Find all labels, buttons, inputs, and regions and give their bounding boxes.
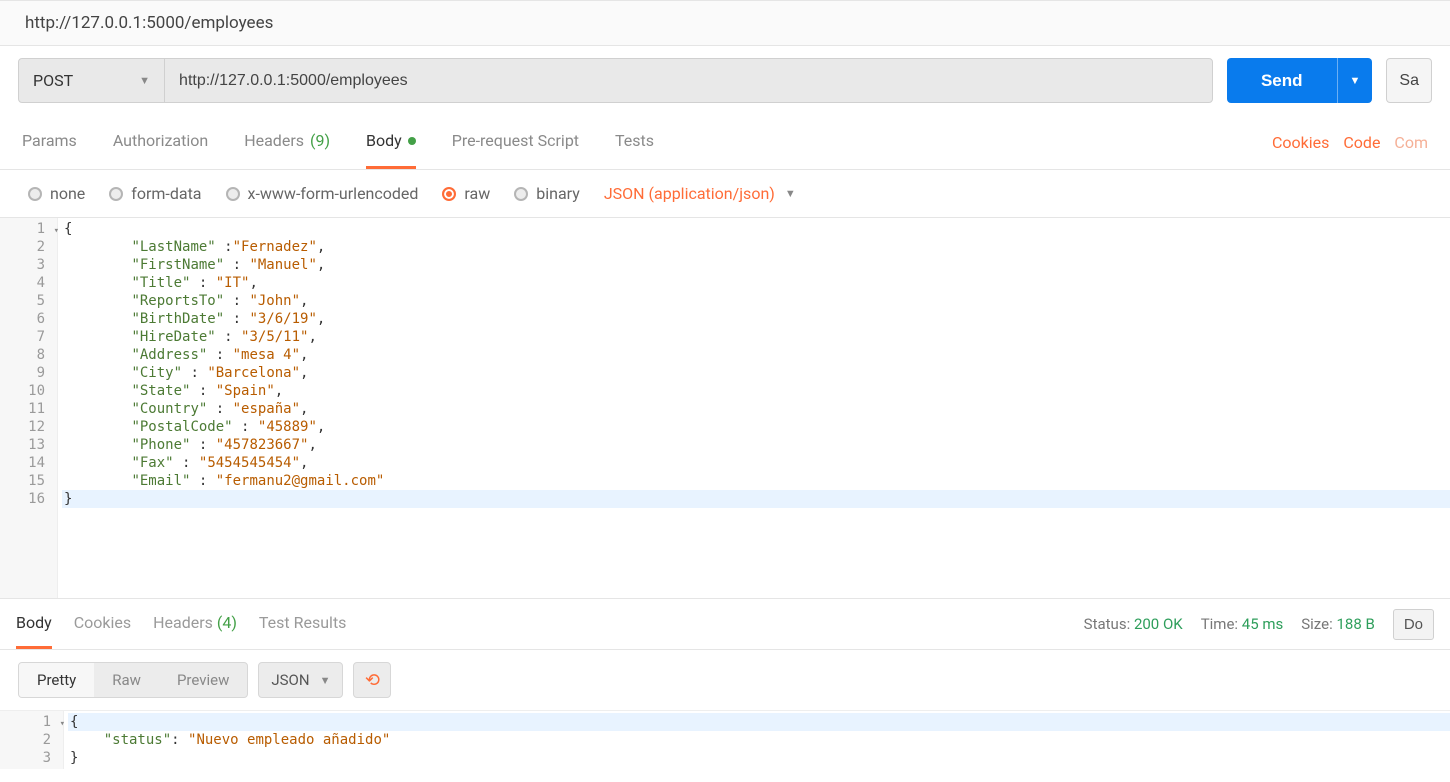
radio-icon <box>442 187 456 201</box>
tab-body[interactable]: Body <box>366 115 416 169</box>
body-type-raw[interactable]: raw <box>442 184 490 203</box>
request-title-bar: http://127.0.0.1:5000/employees <box>0 0 1450 46</box>
status-label: Status: 200 OK <box>1084 615 1183 633</box>
response-tab-results[interactable]: Test Results <box>259 599 347 649</box>
view-mode-segment: Pretty Raw Preview <box>18 662 248 698</box>
status-value: 200 OK <box>1134 615 1183 633</box>
request-title: http://127.0.0.1:5000/employees <box>25 13 273 33</box>
content-type-value: JSON (application/json) <box>604 184 775 203</box>
body-type-binary[interactable]: binary <box>514 184 580 203</box>
content-type-select[interactable]: JSON (application/json) ▼ <box>604 184 796 203</box>
request-body-editor[interactable]: 12345678910111213141516 { "LastName" :"F… <box>0 218 1450 598</box>
response-toolbar: Pretty Raw Preview JSON ▼ ⟲ <box>0 650 1450 710</box>
request-row: POST ▼ Send ▼ Sa <box>0 46 1450 115</box>
response-header-row: Body Cookies Headers (4) Test Results St… <box>0 598 1450 650</box>
size-value: 188 B <box>1336 615 1374 633</box>
radio-icon <box>226 187 240 201</box>
chevron-down-icon: ▼ <box>785 187 796 200</box>
http-method-select[interactable]: POST ▼ <box>19 59 165 102</box>
chevron-down-icon: ▼ <box>320 674 331 687</box>
tab-authorization[interactable]: Authorization <box>113 115 208 169</box>
time-value: 45 ms <box>1242 615 1283 633</box>
body-type-x-www[interactable]: x-www-form-urlencoded <box>226 184 419 203</box>
editor-code[interactable]: { "status": "Nuevo empleado añadido"} <box>64 711 1450 769</box>
response-format-value: JSON <box>271 671 309 689</box>
response-tab-cookies[interactable]: Cookies <box>74 599 131 649</box>
response-tabs: Body Cookies Headers (4) Test Results <box>16 599 346 649</box>
request-tabs-left: Params Authorization Headers (9) Body Pr… <box>22 115 654 169</box>
wrap-icon: ⟲ <box>365 670 380 691</box>
cookies-link[interactable]: Cookies <box>1272 133 1329 152</box>
tab-body-label: Body <box>366 131 402 150</box>
tab-prerequest[interactable]: Pre-request Script <box>452 115 579 169</box>
time-label: Time: 45 ms <box>1201 615 1284 633</box>
body-type-none[interactable]: none <box>28 184 85 203</box>
method-url-group: POST ▼ <box>18 58 1213 103</box>
send-button-group: Send ▼ <box>1227 58 1372 103</box>
code-link[interactable]: Code <box>1343 133 1380 152</box>
request-url-input[interactable] <box>165 59 1212 102</box>
view-pretty[interactable]: Pretty <box>19 663 94 697</box>
response-tab-headers-label: Headers <box>153 613 213 632</box>
response-format-select[interactable]: JSON ▼ <box>258 662 343 698</box>
tab-params[interactable]: Params <box>22 115 77 169</box>
response-meta: Status: 200 OK Time: 45 ms Size: 188 B D… <box>1084 609 1434 640</box>
comments-link[interactable]: Com <box>1394 133 1428 152</box>
body-type-form-data[interactable]: form-data <box>109 184 201 203</box>
request-tabs: Params Authorization Headers (9) Body Pr… <box>0 115 1450 170</box>
tab-headers-count: (9) <box>310 131 330 150</box>
send-dropdown[interactable]: ▼ <box>1337 58 1373 103</box>
word-wrap-button[interactable]: ⟲ <box>353 662 391 698</box>
body-type-row: none form-data x-www-form-urlencoded raw… <box>0 170 1450 218</box>
radio-icon <box>28 187 42 201</box>
editor-gutter: 123 <box>0 711 64 769</box>
view-preview[interactable]: Preview <box>159 663 247 697</box>
http-method-value: POST <box>33 71 73 90</box>
tab-headers-label: Headers <box>244 131 304 150</box>
editor-code[interactable]: { "LastName" :"Fernadez", "FirstName" : … <box>58 218 1450 598</box>
tab-headers[interactable]: Headers (9) <box>244 115 330 169</box>
chevron-down-icon: ▼ <box>139 74 150 87</box>
radio-icon <box>109 187 123 201</box>
tab-tests[interactable]: Tests <box>615 115 654 169</box>
view-raw[interactable]: Raw <box>94 663 159 697</box>
response-tab-body[interactable]: Body <box>16 599 52 649</box>
save-button[interactable]: Sa <box>1386 58 1432 103</box>
editor-gutter: 12345678910111213141516 <box>0 218 58 598</box>
send-button[interactable]: Send <box>1227 58 1337 103</box>
radio-icon <box>514 187 528 201</box>
download-button[interactable]: Do <box>1393 609 1434 640</box>
chevron-down-icon: ▼ <box>1350 75 1361 87</box>
size-label: Size: 188 B <box>1301 615 1375 633</box>
request-tabs-right: Cookies Code Com <box>1272 115 1428 169</box>
body-indicator-icon <box>408 137 416 145</box>
response-tab-headers-count: (4) <box>217 613 237 632</box>
response-body-editor: 123 { "status": "Nuevo empleado añadido"… <box>0 710 1450 769</box>
response-tab-headers[interactable]: Headers (4) <box>153 599 237 649</box>
